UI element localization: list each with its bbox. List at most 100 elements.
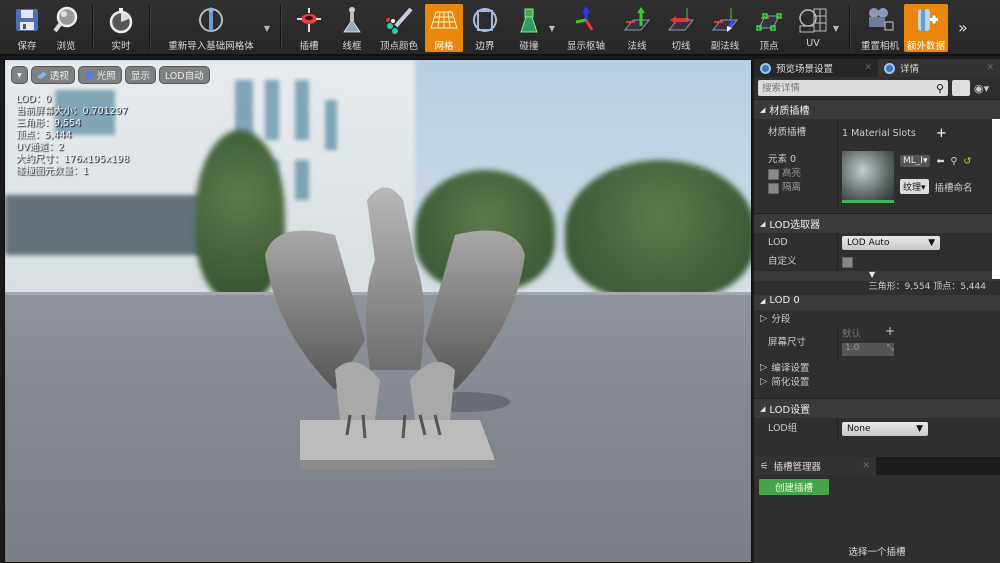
reimport-mannequin-icon (196, 6, 226, 34)
browse-button[interactable]: 浏览 (46, 0, 86, 54)
sections-label: 分段 (771, 314, 791, 325)
details-scrollbar[interactable] (992, 119, 1000, 279)
floppy-disk-icon (12, 6, 42, 34)
isolate-checkbox[interactable] (768, 182, 779, 194)
lod-dropdown[interactable]: LOD Auto ▼ (842, 236, 940, 250)
save-button[interactable]: 保存 (8, 0, 46, 54)
eye-visibility-icon[interactable]: ◉▾ (974, 82, 989, 95)
details-search-box[interactable]: ⚲ (758, 80, 948, 96)
texture-dropdown[interactable]: 纹理▾ (900, 179, 929, 194)
lod-summary-row: 三角形：9,554 顶点：5,444 (754, 281, 1000, 295)
sections-row[interactable]: ▷ 分段 (754, 310, 1000, 326)
viewport-options-button[interactable]: ▾ (11, 66, 28, 84)
search-icon: ⚲ (935, 81, 944, 95)
section-title: LOD 0 (769, 295, 800, 306)
details-panel: 预览场景设置 ✕ 详情 ✕ ⚲ ◉▾ ◢ 材质插槽 材质插槽 1 Mate (754, 59, 1000, 457)
stat-triangles: 三角形：9,554 (16, 118, 82, 129)
tab-socket-manager[interactable]: ⚟ 插槽管理器 ✕ (754, 457, 876, 475)
bounds-label: 边界 (475, 41, 495, 52)
lod-group-value: None (847, 424, 871, 434)
realtime-button[interactable]: 实时 (99, 0, 143, 54)
highlight-label: 高亮 (782, 168, 802, 179)
reset-camera-button[interactable]: 重置相机 (856, 0, 904, 54)
material-slots-section-header[interactable]: ◢ 材质插槽 (754, 99, 1000, 119)
tangents-button[interactable]: 切线 (659, 0, 703, 54)
stat-screen-size: 当前屏幕大小：0.701297 (16, 106, 128, 117)
add-override-icon[interactable]: + (885, 325, 895, 340)
tab-preview-scene-settings[interactable]: 预览场景设置 ✕ (754, 59, 878, 77)
toolbar-overflow-icon[interactable]: » (948, 0, 968, 54)
add-material-slot-button[interactable]: + (936, 126, 947, 141)
lit-mode-button[interactable]: 光照 (77, 66, 122, 84)
mesh-viewport[interactable]: ▾ 透视 光照 显示 LOD自动 LOD：0 当前屏幕大小：0.701297 三… (4, 59, 752, 563)
eagle-statue-mesh (265, 187, 525, 470)
binormals-button[interactable]: 副法线 (703, 0, 747, 54)
additional-data-button[interactable]: 额外数据 (904, 4, 948, 52)
use-selected-arrow-icon[interactable]: ⬅ (936, 156, 944, 167)
custom-checkbox[interactable] (842, 256, 853, 268)
dropdown-arrow-icon[interactable]: ▼ (549, 24, 555, 33)
grid-button[interactable]: 网格 (425, 4, 463, 52)
close-tab-icon[interactable]: ✕ (862, 461, 870, 471)
show-pivot-button[interactable]: 显示枢轴 (557, 0, 615, 54)
lod-auto-button[interactable]: LOD自动 (158, 66, 210, 84)
tab-label: 详情 (900, 64, 920, 75)
binormals-icon (710, 6, 740, 34)
additional-data-icon (911, 6, 941, 34)
tab-details[interactable]: 详情 ✕ (878, 59, 1000, 77)
collision-button[interactable]: 碰撞 ▼ (507, 0, 555, 54)
lod-settings-section-header[interactable]: ◢ LOD设置 (754, 398, 1000, 418)
info-magnifier-icon (884, 62, 895, 74)
details-search-input[interactable] (762, 82, 936, 94)
material-element-row: 元素 0 高亮 隔离 ML_I▾ ⬅ ⚲ ↺ 纹理▾ 插槽命名 (754, 147, 1000, 209)
socket-tab-bar: ⚟ 插槽管理器 ✕ (754, 457, 1000, 475)
uv-button[interactable]: UV ▼ (791, 0, 839, 54)
lod-row: LOD LOD Auto ▼ (754, 233, 1000, 253)
sockets-button[interactable]: 插槽 (287, 0, 331, 54)
close-tab-icon[interactable]: ✕ (864, 63, 872, 73)
screen-size-label: 屏幕尺寸 (754, 326, 838, 360)
stat-vertices: 顶点：5,444 (16, 130, 72, 141)
wireframe-button[interactable]: 线框 (331, 0, 373, 54)
build-settings-row[interactable]: ▷ 编译设置 (754, 360, 1000, 375)
reimport-mesh-label: 重新导入基础网格体 (168, 41, 254, 52)
show-flags-label: 显示 (130, 71, 150, 82)
reset-to-default-icon[interactable]: ↺ (963, 156, 971, 167)
lit-mode-label: 光照 (96, 71, 116, 82)
stat-uv-channels: UV通道：2 (16, 142, 64, 153)
custom-row: 自定义 (754, 253, 1000, 271)
camera-icon (865, 6, 895, 34)
lod-picker-section-header[interactable]: ◢ LOD选取器 (754, 213, 1000, 233)
stopwatch-icon (106, 6, 136, 34)
show-pivot-label: 显示枢轴 (566, 41, 605, 52)
material-picker-dropdown[interactable]: ML_I▾ (900, 155, 931, 167)
vertices-button[interactable]: 顶点 (747, 0, 791, 54)
highlight-checkbox[interactable] (768, 168, 779, 180)
magnifier-icon (51, 6, 81, 34)
browse-search-icon[interactable]: ⚲ (950, 156, 957, 167)
expand-arrow-icon[interactable]: ▼ (869, 270, 875, 279)
save-label: 保存 (17, 41, 37, 52)
vertex-colors-button[interactable]: 顶点颜色 (373, 0, 425, 54)
lod-group-dropdown[interactable]: None ▼ (842, 422, 928, 436)
bounds-button[interactable]: 边界 (463, 0, 507, 54)
vertices-icon (754, 6, 784, 34)
collapse-arrow-icon: ◢ (760, 296, 766, 305)
reimport-mesh-button[interactable]: 重新导入基础网格体 ▼ (156, 0, 270, 54)
reduction-settings-row[interactable]: ▷ 简化设置 (754, 374, 1000, 389)
material-thumbnail[interactable] (842, 151, 894, 203)
close-tab-icon[interactable]: ✕ (986, 63, 994, 73)
show-flags-button[interactable]: 显示 (124, 66, 156, 84)
perspective-button[interactable]: 透视 (30, 66, 75, 84)
normals-button[interactable]: 法线 (615, 0, 659, 54)
dropdown-arrow-icon[interactable]: ▼ (833, 24, 839, 33)
lod-auto-label: LOD自动 (164, 71, 204, 82)
material-slots-count: 1 Material Slots (842, 127, 916, 139)
collision-label: 碰撞 (519, 41, 539, 52)
property-matrix-button[interactable] (952, 80, 970, 96)
dropdown-arrow-icon[interactable]: ▼ (264, 24, 270, 33)
screen-size-input[interactable]: 1.0 ⤡ (842, 343, 894, 356)
lit-cube-icon (84, 71, 93, 79)
create-socket-button[interactable]: 创建插槽 (759, 479, 829, 495)
collapse-arrow-icon: ◢ (760, 105, 766, 114)
